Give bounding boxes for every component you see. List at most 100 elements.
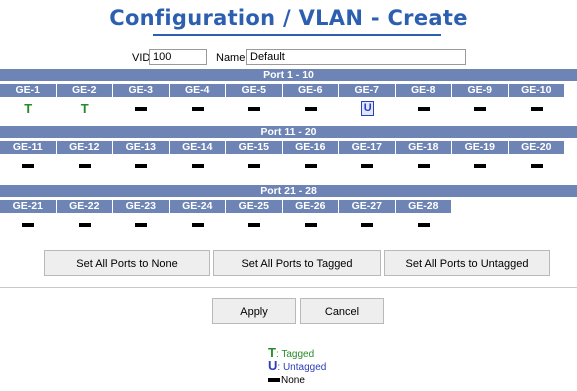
none-dash-icon	[78, 164, 91, 168]
port-toggle-ge-2[interactable]: T	[57, 99, 114, 119]
vlan-form-row: VID Name	[0, 49, 577, 67]
port-header-ge-3: GE-3	[113, 84, 170, 97]
port-toggle-ge-4[interactable]	[170, 99, 227, 119]
untagged-icon: U	[361, 101, 375, 116]
port-toggle-ge-11[interactable]	[0, 156, 57, 176]
cancel-button[interactable]: Cancel	[300, 298, 384, 324]
port-header-ge-23: GE-23	[113, 200, 170, 213]
tagged-icon: T	[24, 101, 33, 116]
port-header-ge-9: GE-9	[452, 84, 509, 97]
port-header-ge-25: GE-25	[226, 200, 283, 213]
port-header-ge-17: GE-17	[339, 141, 396, 154]
port-toggle-ge-15[interactable]	[226, 156, 283, 176]
port-header-ge-28: GE-28	[395, 200, 452, 213]
set-all-none-button[interactable]: Set All Ports to None	[44, 250, 210, 276]
tagged-icon: T	[80, 101, 89, 116]
none-dash-icon	[417, 223, 430, 227]
port-header-ge-8: GE-8	[395, 84, 452, 97]
port-header-ge-12: GE-12	[56, 141, 113, 154]
set-all-tagged-button[interactable]: Set All Ports to Tagged	[213, 250, 381, 276]
port-header-ge-26: GE-26	[282, 200, 339, 213]
port-header-ge-1: GE-1	[0, 84, 57, 97]
port-label-row-3: GE-21 GE-22 GE-23 GE-24 GE-25 GE-26 GE-27 GE-28	[0, 200, 452, 213]
port-header-ge-19: GE-19	[452, 141, 509, 154]
port-toggle-ge-14[interactable]	[170, 156, 227, 176]
none-dash-icon	[361, 223, 374, 227]
legend-none-label: None	[281, 375, 305, 386]
port-toggle-ge-21[interactable]	[0, 215, 57, 235]
port-status-row-2	[0, 156, 565, 176]
none-dash-icon	[248, 223, 261, 227]
set-all-untagged-button[interactable]: Set All Ports to Untagged	[384, 250, 550, 276]
port-toggle-ge-10[interactable]	[509, 99, 566, 119]
none-dash-icon	[361, 164, 374, 168]
port-status-row-3	[0, 215, 452, 235]
port-toggle-ge-16[interactable]	[283, 156, 340, 176]
none-dash-icon	[135, 223, 148, 227]
port-status-row-1: TTU	[0, 99, 565, 119]
none-dash-icon	[417, 164, 430, 168]
name-label: Name	[216, 52, 246, 64]
port-toggle-ge-7[interactable]: U	[339, 99, 396, 119]
name-input[interactable]	[246, 49, 466, 65]
port-toggle-ge-9[interactable]	[452, 99, 509, 119]
port-header-ge-27: GE-27	[339, 200, 396, 213]
none-dash-icon	[304, 164, 317, 168]
none-dash-icon	[135, 107, 148, 111]
none-dash-icon	[22, 223, 35, 227]
port-header-ge-2: GE-2	[56, 84, 113, 97]
group-header-2: Port 11 - 20	[0, 126, 577, 138]
port-toggle-ge-20[interactable]	[509, 156, 566, 176]
port-header-ge-15: GE-15	[226, 141, 283, 154]
port-toggle-ge-22[interactable]	[57, 215, 114, 235]
port-toggle-ge-3[interactable]	[113, 99, 170, 119]
port-header-ge-16: GE-16	[282, 141, 339, 154]
port-toggle-ge-23[interactable]	[113, 215, 170, 235]
port-toggle-ge-28[interactable]	[396, 215, 453, 235]
none-dash-icon	[248, 164, 261, 168]
port-toggle-ge-19[interactable]	[452, 156, 509, 176]
port-toggle-ge-5[interactable]	[226, 99, 283, 119]
none-dash-icon	[191, 164, 204, 168]
title-underline	[153, 34, 441, 36]
port-header-ge-20: GE-20	[508, 141, 565, 154]
port-toggle-ge-25[interactable]	[226, 215, 283, 235]
port-header-ge-5: GE-5	[226, 84, 283, 97]
none-dash-icon	[135, 164, 148, 168]
none-dash-icon	[248, 107, 261, 111]
port-toggle-ge-24[interactable]	[170, 215, 227, 235]
none-dash-icon	[304, 223, 317, 227]
port-toggle-ge-27[interactable]	[339, 215, 396, 235]
port-header-ge-7: GE-7	[339, 84, 396, 97]
vid-input[interactable]	[149, 49, 207, 65]
port-header-ge-14: GE-14	[169, 141, 226, 154]
none-dash-icon	[22, 164, 35, 168]
none-dash-icon	[191, 223, 204, 227]
port-header-ge-13: GE-13	[113, 141, 170, 154]
apply-button[interactable]: Apply	[212, 298, 296, 324]
port-header-ge-18: GE-18	[395, 141, 452, 154]
group-header-3: Port 21 - 28	[0, 185, 577, 197]
port-header-ge-21: GE-21	[0, 200, 57, 213]
port-toggle-ge-8[interactable]	[396, 99, 453, 119]
port-label-row-1: GE-1 GE-2 GE-3 GE-4 GE-5 GE-6 GE-7 GE-8 GE-9 GE-1…	[0, 84, 565, 97]
vid-label: VID	[132, 52, 151, 64]
port-toggle-ge-13[interactable]	[113, 156, 170, 176]
port-header-ge-10: GE-10	[508, 84, 565, 97]
port-toggle-ge-6[interactable]	[283, 99, 340, 119]
port-toggle-ge-12[interactable]	[57, 156, 114, 176]
port-header-ge-4: GE-4	[169, 84, 226, 97]
port-toggle-ge-17[interactable]	[339, 156, 396, 176]
none-dash-icon	[191, 107, 204, 111]
none-dash-icon	[530, 107, 543, 111]
none-dash-icon	[304, 107, 317, 111]
port-toggle-ge-18[interactable]	[396, 156, 453, 176]
divider	[0, 287, 577, 288]
legend-untagged: U: Untagged	[268, 358, 326, 373]
legend-untagged-label: : Untagged	[277, 362, 327, 373]
legend-untagged-symbol: U	[268, 358, 278, 373]
none-dash-icon	[530, 164, 543, 168]
none-dash-icon	[78, 223, 91, 227]
port-toggle-ge-1[interactable]: T	[0, 99, 57, 119]
port-toggle-ge-26[interactable]	[283, 215, 340, 235]
